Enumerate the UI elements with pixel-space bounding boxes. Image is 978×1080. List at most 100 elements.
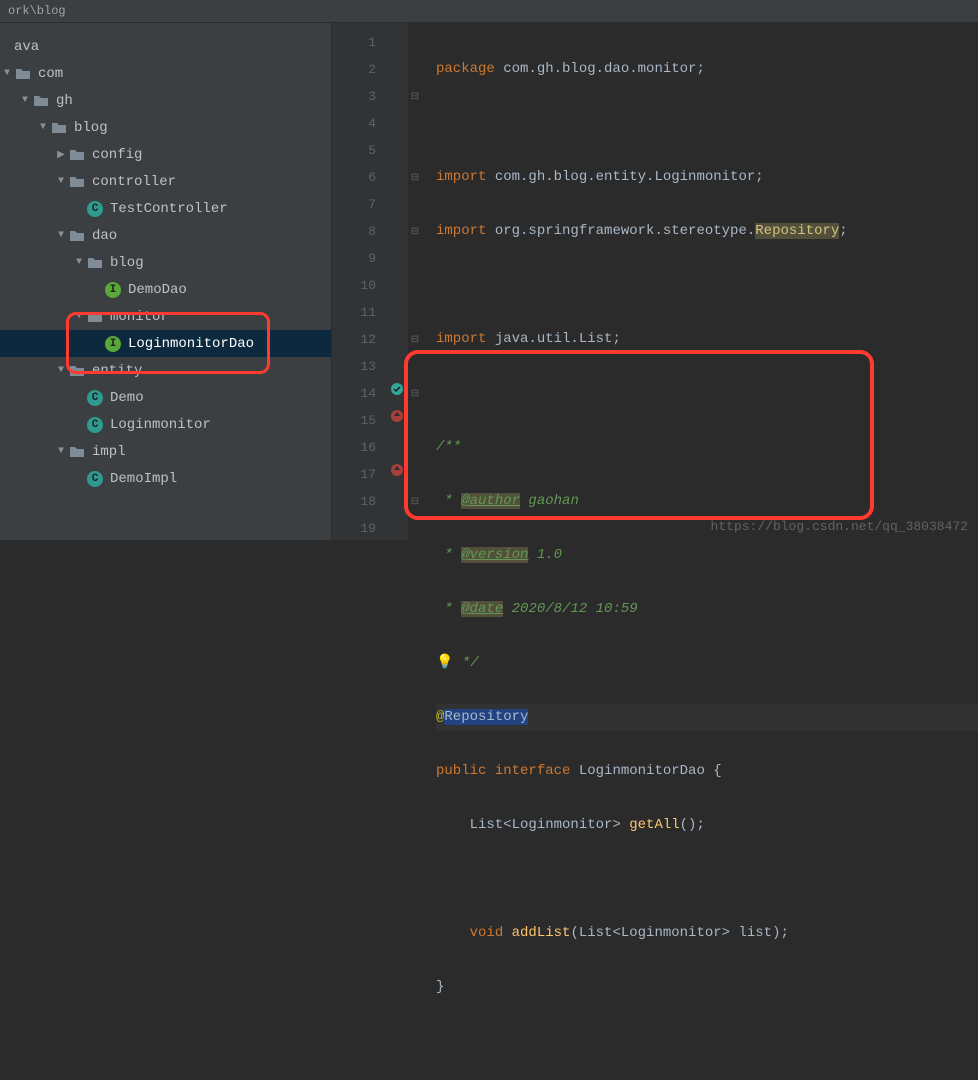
tree-label: blog: [74, 120, 108, 136]
tree-label: config: [92, 147, 142, 163]
tree-label: entity: [92, 363, 142, 379]
fold-column: ⊟ ⊟ ⊟ ⊟ ⊟ ⊟: [408, 23, 422, 540]
code-line: * @author gaohan: [436, 488, 978, 515]
line-number: 4: [332, 110, 376, 137]
tree-label: Loginmonitor: [110, 417, 211, 433]
line-number: 5: [332, 137, 376, 164]
line-number: 17: [332, 461, 376, 488]
fold-end-icon[interactable]: ⊟: [408, 326, 422, 353]
impl-gutter-icon[interactable]: [390, 380, 404, 407]
code-line: void addList(List<Loginmonitor> list);: [436, 920, 978, 947]
line-number: 2: [332, 56, 376, 83]
line-number: 3: [332, 83, 376, 110]
chevron-down-icon[interactable]: ▼: [72, 310, 86, 324]
code-line: /**: [436, 434, 978, 461]
folder-icon: [68, 227, 86, 245]
line-number: 15: [332, 407, 376, 434]
tree-item-testcontroller[interactable]: C TestController: [0, 195, 331, 222]
tree-item-entity[interactable]: ▼ entity: [0, 357, 331, 384]
tree-label: monitor: [110, 309, 169, 325]
code-line: }: [436, 974, 978, 1001]
code-line: * @version 1.0: [436, 542, 978, 569]
interface-icon: I: [104, 281, 122, 299]
tree-item-loginmonitor[interactable]: C Loginmonitor: [0, 411, 331, 438]
chevron-right-icon[interactable]: ▶: [54, 148, 68, 162]
tree-item-gh[interactable]: ▼ gh: [0, 87, 331, 114]
fold-end-icon[interactable]: ⊟: [408, 488, 422, 515]
gutter-icons: [386, 23, 408, 540]
code-editor[interactable]: 1 2 3 4 5 6 7 8 9 10 11 12 13 14 15 16 1…: [332, 23, 978, 540]
tree-item-demoimpl[interactable]: C DemoImpl: [0, 465, 331, 492]
tree-label: gh: [56, 93, 73, 109]
tree-item-demodao[interactable]: I DemoDao: [0, 276, 331, 303]
tree-item-demo[interactable]: C Demo: [0, 384, 331, 411]
project-tree[interactable]: ava ▼ com ▼ gh ▼ blog ▶ config: [0, 23, 332, 540]
line-number: 18: [332, 488, 376, 515]
chevron-down-icon[interactable]: ▼: [36, 121, 50, 135]
line-number: 10: [332, 272, 376, 299]
interface-icon: I: [104, 335, 122, 353]
nav-gutter-icon[interactable]: [390, 461, 404, 488]
code-area[interactable]: package com.gh.blog.dao.monitor; import …: [422, 23, 978, 540]
chevron-down-icon[interactable]: ▼: [54, 364, 68, 378]
chevron-down-icon[interactable]: ▼: [18, 94, 32, 108]
tree-label: dao: [92, 228, 117, 244]
line-number: 8: [332, 218, 376, 245]
code-line: import com.gh.blog.entity.Loginmonitor;: [436, 164, 978, 191]
code-line: @Repository: [436, 704, 978, 731]
code-line: List<Loginmonitor> getAll();: [436, 812, 978, 839]
line-number: 1: [332, 29, 376, 56]
chevron-down-icon[interactable]: ▼: [72, 256, 86, 270]
line-number: 14: [332, 380, 376, 407]
line-number: 11: [332, 299, 376, 326]
tree-item-ava[interactable]: ava: [0, 33, 331, 60]
folder-icon: [86, 308, 104, 326]
chevron-down-icon[interactable]: ▼: [54, 175, 68, 189]
tree-label: LoginmonitorDao: [128, 336, 254, 352]
line-number: 7: [332, 191, 376, 218]
nav-gutter-icon[interactable]: [390, 407, 404, 434]
chevron-down-icon[interactable]: ▼: [0, 67, 14, 81]
tree-item-monitor[interactable]: ▼ monitor: [0, 303, 331, 330]
code-line: package com.gh.blog.dao.monitor;: [436, 56, 978, 83]
tree-label: com: [38, 66, 63, 82]
tree-item-blog[interactable]: ▼ blog: [0, 114, 331, 141]
folder-icon: [50, 119, 68, 137]
breadcrumb: ork\blog: [0, 0, 978, 23]
tree-label: impl: [92, 444, 126, 460]
line-gutter: 1 2 3 4 5 6 7 8 9 10 11 12 13 14 15 16 1…: [332, 23, 386, 540]
code-line: [436, 380, 978, 407]
tree-label: DemoDao: [128, 282, 187, 298]
folder-icon: [68, 443, 86, 461]
folder-icon: [68, 173, 86, 191]
fold-start-icon[interactable]: ⊟: [408, 380, 422, 407]
tree-item-dao[interactable]: ▼ dao: [0, 222, 331, 249]
tree-item-dao-blog[interactable]: ▼ blog: [0, 249, 331, 276]
tree-item-com[interactable]: ▼ com: [0, 60, 331, 87]
code-line: import java.util.List;: [436, 326, 978, 353]
class-icon: C: [86, 389, 104, 407]
tree-item-config[interactable]: ▶ config: [0, 141, 331, 168]
line-number: 6: [332, 164, 376, 191]
bulb-icon[interactable]: 💡: [436, 655, 453, 671]
folder-icon: [14, 65, 32, 83]
watermark: https://blog.csdn.net/qq_38038472: [711, 519, 968, 534]
tree-label: blog: [110, 255, 144, 271]
fold-start-icon[interactable]: ⊟: [408, 218, 422, 245]
chevron-icon: [0, 40, 14, 54]
code-line: [436, 1028, 978, 1055]
fold-end-icon[interactable]: ⊟: [408, 164, 422, 191]
code-line: [436, 866, 978, 893]
line-number: 16: [332, 434, 376, 461]
tree-item-controller[interactable]: ▼ controller: [0, 168, 331, 195]
tree-label: DemoImpl: [110, 471, 177, 487]
line-number: 9: [332, 245, 376, 272]
chevron-down-icon[interactable]: ▼: [54, 445, 68, 459]
tree-item-impl[interactable]: ▼ impl: [0, 438, 331, 465]
tree-item-loginmonitordao[interactable]: I LoginmonitorDao: [0, 330, 331, 357]
code-line: import org.springframework.stereotype.Re…: [436, 218, 978, 245]
folder-icon: [32, 92, 50, 110]
code-line: * @date 2020/8/12 10:59: [436, 596, 978, 623]
fold-start-icon[interactable]: ⊟: [408, 83, 422, 110]
chevron-down-icon[interactable]: ▼: [54, 229, 68, 243]
